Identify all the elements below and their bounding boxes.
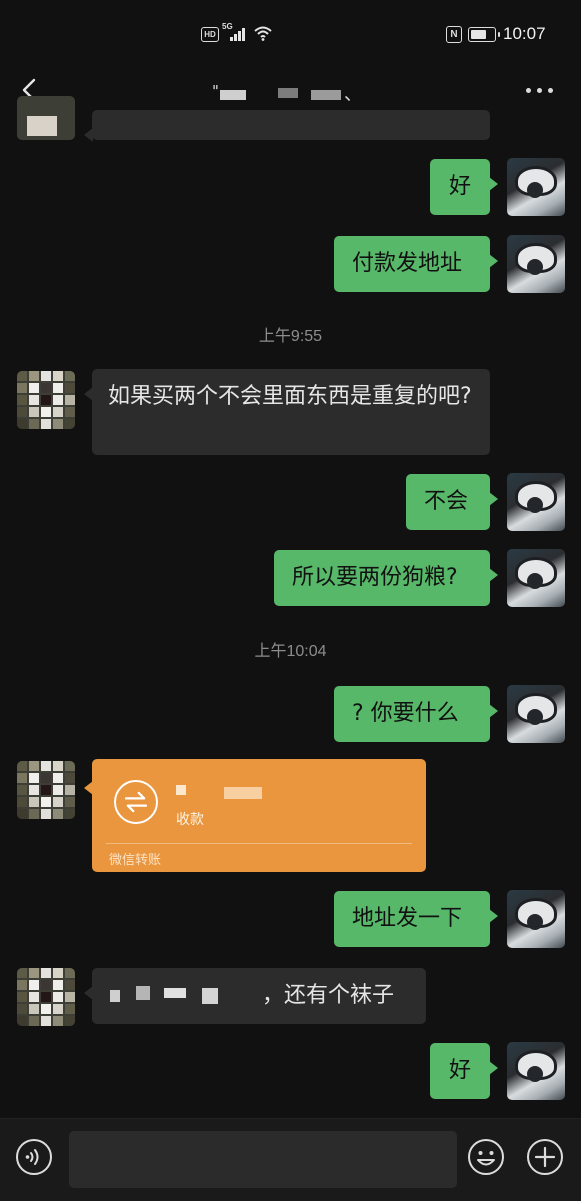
message-text: 好 — [448, 1058, 471, 1083]
message-blurred — [202, 988, 218, 1004]
chat-title-tail: 、 — [344, 84, 362, 105]
my-avatar[interactable] — [507, 549, 565, 607]
plus-icon[interactable] — [526, 1138, 564, 1176]
timestamp: 上午9:55 — [258, 328, 323, 345]
message-bubble-out[interactable]: 不会 — [406, 474, 498, 530]
message-blurred — [164, 988, 186, 998]
transfer-card[interactable]: 收款 微信转账 — [84, 759, 426, 872]
transfer-amount-blurred — [176, 785, 186, 795]
message-text: 付款发地址 — [352, 251, 463, 276]
contact-avatar[interactable] — [17, 761, 75, 819]
signal-icon — [230, 28, 248, 41]
contact-avatar[interactable] — [17, 96, 75, 140]
message-input[interactable] — [69, 1131, 457, 1188]
message-blurred — [136, 986, 150, 1000]
message-bubble-partial[interactable] — [84, 110, 490, 142]
message-bubble-out[interactable]: 地址发一下 — [334, 891, 498, 947]
message-text: ，还有个袜子 — [262, 983, 395, 1008]
title-pixelated-2 — [278, 88, 298, 98]
my-avatar[interactable] — [507, 685, 565, 743]
transfer-arrows-icon — [114, 780, 158, 824]
message-bubble-out[interactable]: 所以要两份狗粮? — [274, 550, 498, 606]
title-pixelated-3 — [311, 90, 341, 100]
hd-icon: HD — [201, 27, 219, 42]
my-avatar[interactable] — [507, 158, 565, 216]
my-avatar[interactable] — [507, 473, 565, 531]
contact-avatar[interactable] — [17, 371, 75, 429]
message-text: 不会 — [424, 489, 469, 514]
chat-title: " 、 — [212, 78, 372, 108]
my-avatar[interactable] — [507, 1042, 565, 1100]
chat-title-text: " — [212, 82, 219, 100]
my-avatar[interactable] — [507, 890, 565, 948]
message-bubble-in[interactable]: ，还有个袜子 — [84, 968, 426, 1024]
transfer-divider — [106, 843, 412, 844]
message-blurred — [110, 990, 120, 1002]
message-text: 如果买两个不会里面东西是重复的吧? — [108, 384, 472, 409]
emoji-icon[interactable] — [467, 1138, 505, 1176]
transfer-label: 微信转账 — [109, 853, 162, 868]
message-text: 好 — [448, 174, 471, 199]
battery-icon — [468, 27, 500, 42]
message-bubble-out[interactable]: 好 — [430, 159, 498, 215]
nfc-icon: N — [446, 26, 462, 43]
wifi-icon — [254, 26, 272, 41]
transfer-amount-blurred — [224, 787, 262, 799]
message-text: 地址发一下 — [352, 906, 463, 931]
my-avatar[interactable] — [507, 235, 565, 293]
message-bubble-out[interactable]: 好 — [430, 1043, 498, 1099]
message-bubble-out[interactable]: 付款发地址 — [334, 236, 498, 292]
contact-avatar[interactable] — [17, 968, 75, 1026]
message-bubble-in[interactable]: 如果买两个不会里面东西是重复的吧? — [84, 369, 490, 455]
status-bar: HD 5G N 10:07 — [0, 0, 581, 68]
message-text: ? 你要什么 — [352, 701, 459, 726]
title-pixelated-1 — [220, 90, 246, 100]
transfer-note: 收款 — [176, 812, 204, 828]
more-dots-icon[interactable] — [526, 86, 554, 94]
message-bubble-out[interactable]: ? 你要什么 — [334, 686, 498, 742]
message-text: 所以要两份狗粮? — [292, 565, 458, 590]
status-time: 10:07 — [503, 24, 546, 43]
timestamp: 上午10:04 — [254, 643, 327, 660]
voice-icon[interactable] — [15, 1138, 53, 1176]
